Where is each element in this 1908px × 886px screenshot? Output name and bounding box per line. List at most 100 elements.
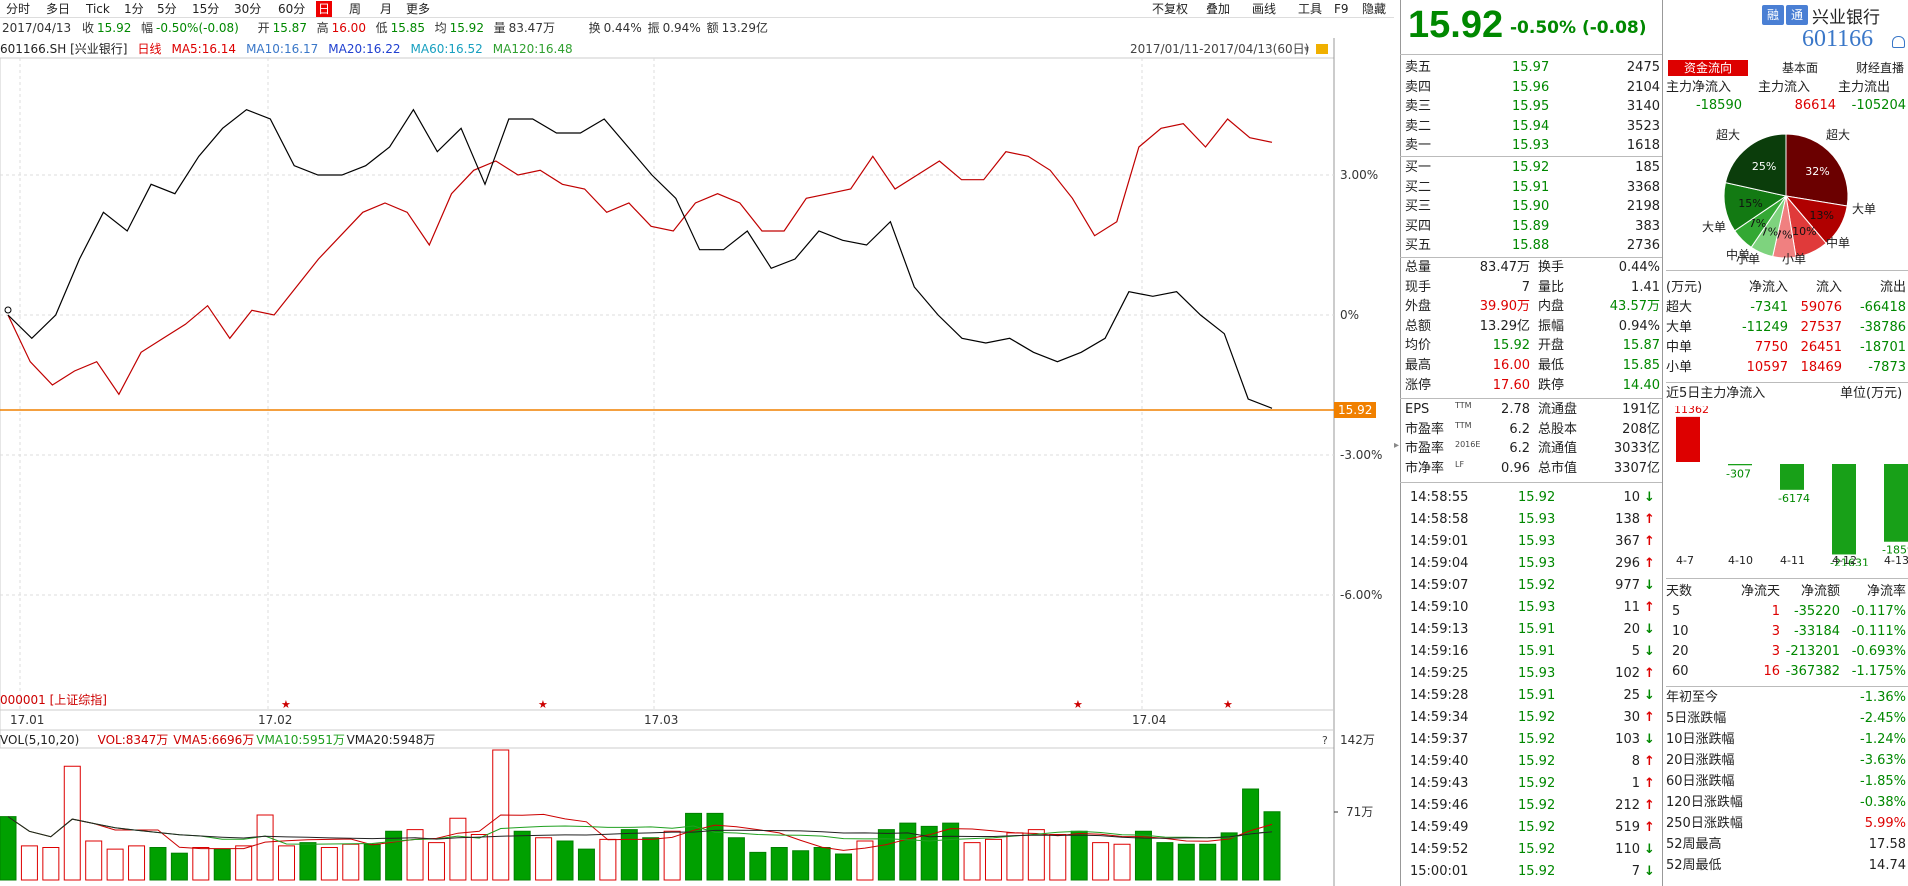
tick-volume: 7 [1631, 864, 1640, 879]
stat-label: 外盘 [1405, 299, 1432, 315]
tick-volume: 212 [1615, 798, 1640, 813]
tab-基本面[interactable]: 基本面 [1760, 60, 1840, 76]
date-range-label[interactable]: 2017/01/11-2017/04/13(60日) [1130, 40, 1309, 57]
toolbar-画线[interactable]: 画线 [1250, 1, 1278, 17]
ask-price[interactable]: 15.96 [1512, 78, 1549, 97]
ask-price[interactable]: 15.97 [1512, 58, 1549, 77]
tick-volume: 8 [1631, 754, 1640, 769]
volume-bar [1156, 842, 1174, 881]
bid-price[interactable]: 15.88 [1512, 236, 1549, 255]
ask-volume: 3140 [1626, 99, 1660, 114]
toolbar-30分[interactable]: 30分 [232, 1, 263, 17]
current-price: 15.92 [1408, 4, 1504, 46]
volume-bar [706, 812, 724, 881]
days-table-head: 净流率 [1866, 584, 1906, 599]
ask-volume: 3523 [1626, 118, 1660, 134]
x-tick-label: 17.01 [10, 713, 44, 727]
connect-badge[interactable]: 通 [1786, 5, 1808, 25]
bid-price[interactable]: 15.92 [1512, 158, 1549, 177]
tick-up-arrow-icon: ↑ [1644, 798, 1655, 813]
pie-category-label: 超大 [1826, 128, 1851, 142]
ask-price[interactable]: 15.95 [1512, 97, 1549, 116]
info-item: 高 [316, 21, 329, 35]
volume-legend-item: VMA5:6696万 [173, 733, 254, 747]
fund-value: 6.2 [1509, 421, 1530, 437]
margin-badge[interactable]: 融 [1762, 5, 1784, 25]
tick-price: 15.93 [1518, 600, 1556, 615]
quote-info-bar: 2017/04/13 收 15.92 幅 -0.50%(-0.08) 开 15.87 高 16.… [0, 19, 1394, 38]
bid-price[interactable]: 15.90 [1512, 197, 1549, 216]
flow-head-label: 主力流出 [1838, 80, 1891, 95]
tick-up-arrow-icon: ↑ [1644, 534, 1655, 549]
tick-price: 15.93 [1518, 666, 1556, 681]
tick-volume: 103 [1615, 732, 1640, 747]
tick-time: 14:59:40 [1410, 754, 1469, 769]
flow-table-head: 流出 [1879, 280, 1906, 295]
toolbar-60分[interactable]: 60分 [276, 1, 307, 17]
toolbar-工具[interactable]: 工具 [1296, 1, 1324, 17]
toolbar-Tick[interactable]: Tick [84, 1, 112, 17]
toolbar-1分[interactable]: 1分 [122, 1, 146, 17]
collapse-arrow-icon[interactable]: ▸ [1394, 440, 1400, 460]
x-tick-label: 17.02 [258, 713, 292, 727]
tab-资金流向[interactable]: 资金流向 [1668, 60, 1748, 76]
tick-volume: 367 [1615, 534, 1640, 549]
toolbar-日[interactable]: 日 [316, 1, 333, 17]
volume-bar [85, 840, 103, 881]
volume-bar [128, 845, 146, 881]
volume-bar [513, 830, 531, 881]
perf-value: -1.24% [1860, 732, 1906, 747]
tick-volume: 138 [1615, 512, 1640, 527]
bid-price[interactable]: 15.91 [1512, 178, 1549, 197]
separator [1666, 686, 1908, 687]
tick-down-arrow-icon: ↓ [1644, 864, 1655, 879]
volume-bar [1177, 843, 1195, 881]
tick-time: 14:59:46 [1410, 798, 1469, 813]
volume-legend-item: VOL:8347万 [98, 733, 169, 747]
toolbar-隐藏[interactable]: 隐藏 [1360, 1, 1388, 17]
pie-category-label: 大单 [1702, 220, 1727, 234]
toolbar-分时[interactable]: 分时 [4, 1, 32, 17]
toolbar-15分[interactable]: 15分 [190, 1, 221, 17]
toolbar-多日[interactable]: 多日 [44, 1, 72, 17]
perf-label: 52周最高 [1666, 837, 1722, 852]
days-table-cell: -0.117% [1851, 604, 1906, 619]
toolbar-5分[interactable]: 5分 [155, 1, 179, 17]
stat-label: 现手 [1405, 279, 1432, 295]
tick-down-arrow-icon: ↓ [1644, 622, 1655, 637]
volume-bar [642, 837, 660, 881]
bell-icon[interactable] [1892, 36, 1905, 48]
info-item: 幅 [141, 21, 154, 35]
perf-label: 5日涨跌幅 [1666, 711, 1727, 726]
tick-time: 14:59:52 [1410, 842, 1469, 857]
info-item: 83.47万 [508, 21, 555, 35]
days-table-cell: -367382 [1785, 664, 1840, 679]
tab-财经直播[interactable]: 财经直播 [1840, 60, 1908, 76]
flow-pie-chart[interactable]: 32%13%10%7%7%7%15%25% [1666, 120, 1906, 270]
toolbar-月[interactable]: 月 [378, 1, 394, 17]
toolbar-F9[interactable]: F9 [1332, 1, 1351, 17]
volume-bar [170, 852, 188, 881]
stat-label: 内盘 [1538, 299, 1565, 315]
main-chart[interactable]: 3.00% 0% -3.00% -6.00% 17.01 17.02 17.03 17.04 1… [0, 38, 1394, 886]
lock-icon[interactable] [1316, 44, 1328, 54]
tick-time: 14:59:13 [1410, 622, 1469, 637]
bid-volume: 383 [1635, 218, 1660, 234]
ask-label: 卖一 [1405, 138, 1432, 153]
toolbar-叠加[interactable]: 叠加 [1204, 1, 1232, 17]
toolbar-不复权[interactable]: 不复权 [1150, 1, 1190, 17]
toolbar-更多[interactable]: 更多 [404, 1, 432, 17]
net5-bar [1884, 464, 1908, 542]
help-icon[interactable]: ? [1322, 734, 1328, 747]
info-item: 收 [82, 21, 95, 35]
tick-price: 15.91 [1518, 688, 1556, 703]
flow-table-head: (万元) [1666, 280, 1703, 295]
volume-bar [256, 814, 274, 881]
info-item: 13.29亿 [721, 21, 768, 35]
ask-price[interactable]: 15.94 [1512, 117, 1549, 136]
toolbar-周[interactable]: 周 [347, 1, 363, 17]
compare-index-label[interactable]: 000001 [上证综指] [0, 692, 107, 707]
net5-date-label: 4-13 [1884, 554, 1908, 566]
ask-price[interactable]: 15.93 [1512, 136, 1549, 155]
bid-price[interactable]: 15.89 [1512, 217, 1549, 236]
